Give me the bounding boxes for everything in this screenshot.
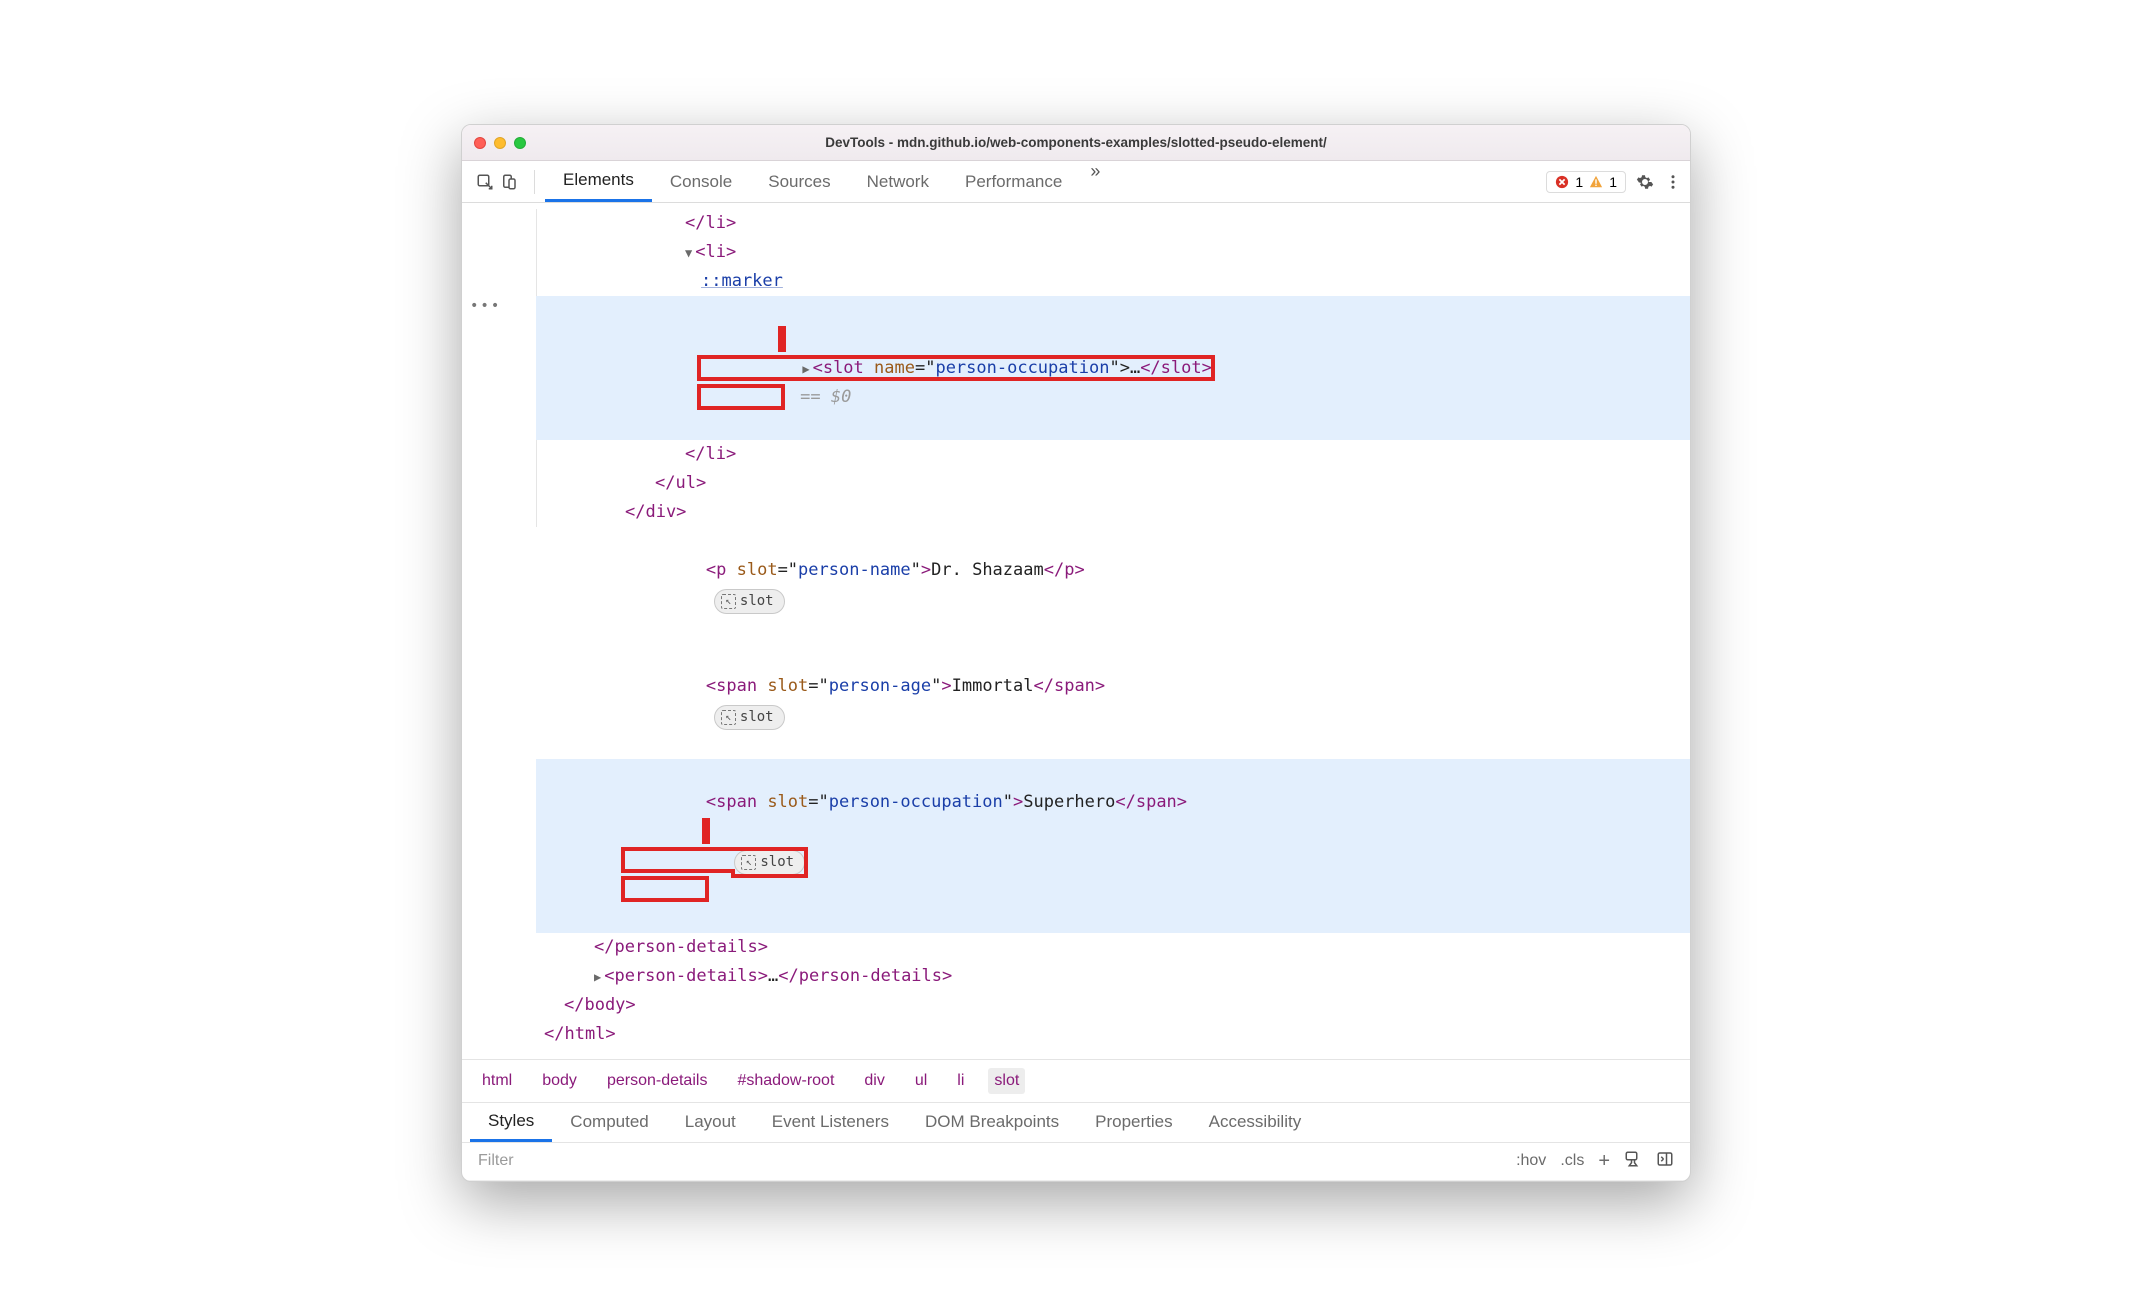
slot-link-icon	[741, 855, 756, 870]
slot-link-icon	[721, 710, 736, 725]
breadcrumb: html body person-details #shadow-root di…	[462, 1059, 1690, 1103]
highlight-box-slot-badge: slot	[624, 850, 805, 899]
tree-line-li-open[interactable]: ▼<li>	[536, 238, 1690, 267]
subtab-accessibility[interactable]: Accessibility	[1191, 1103, 1320, 1142]
toolbar-left-group	[470, 173, 524, 191]
cls-toggle[interactable]: .cls	[1560, 1152, 1584, 1170]
tab-performance[interactable]: Performance	[947, 161, 1080, 202]
expand-right-icon[interactable]: ▶	[594, 970, 601, 984]
selected-node-indicator: == $0	[790, 387, 851, 407]
tree-line-span-person-age[interactable]: <span slot="person-age">Immortal</span> …	[536, 643, 1690, 759]
main-tabs: Elements Console Sources Network Perform…	[545, 161, 1546, 202]
inspect-element-icon[interactable]	[476, 173, 494, 191]
subtab-computed[interactable]: Computed	[552, 1103, 666, 1142]
tree-gutter: •••	[462, 203, 536, 1058]
styles-filter-row: :hov .cls	[462, 1143, 1690, 1181]
devtools-window: DevTools - mdn.github.io/web-components-…	[461, 124, 1691, 1181]
subtab-styles[interactable]: Styles	[470, 1103, 552, 1142]
tree-line-person-details-close[interactable]: </person-details>	[536, 933, 1690, 962]
toolbar-separator	[534, 170, 535, 194]
titlebar: DevTools - mdn.github.io/web-components-…	[462, 125, 1690, 161]
tree-line-span-person-occupation[interactable]: <span slot="person-occupation">Superhero…	[536, 759, 1690, 933]
crumb-ul[interactable]: ul	[909, 1068, 933, 1094]
expand-down-icon[interactable]: ▼	[685, 246, 692, 260]
tab-network[interactable]: Network	[849, 161, 947, 202]
styles-filter-controls: :hov .cls	[1516, 1150, 1682, 1173]
crumb-shadow-root[interactable]: #shadow-root	[731, 1068, 840, 1094]
crumb-person-details[interactable]: person-details	[601, 1068, 714, 1094]
window-title: DevTools - mdn.github.io/web-components-…	[462, 135, 1690, 150]
crumb-li[interactable]: li	[951, 1068, 970, 1094]
tree-line-li-close2[interactable]: </li>	[536, 440, 1690, 469]
toolbar: Elements Console Sources Network Perform…	[462, 161, 1690, 203]
tree-line-marker[interactable]: ::marker	[536, 267, 1690, 296]
tab-console[interactable]: Console	[652, 161, 750, 202]
styles-subtabs: Styles Computed Layout Event Listeners D…	[462, 1103, 1690, 1143]
issue-badges[interactable]: 1 1	[1546, 171, 1626, 193]
crumb-div[interactable]: div	[858, 1068, 890, 1094]
slot-reveal-badge[interactable]: slot	[734, 850, 805, 876]
new-style-rule-icon[interactable]	[1598, 1150, 1610, 1173]
tree-line-p-person-name[interactable]: <p slot="person-name">Dr. Shazaam</p> sl…	[536, 527, 1690, 643]
settings-icon[interactable]	[1636, 173, 1654, 191]
subtab-dom-breakpoints[interactable]: DOM Breakpoints	[907, 1103, 1077, 1142]
error-count: 1	[1575, 174, 1583, 190]
warning-icon	[1589, 175, 1603, 189]
subtab-layout[interactable]: Layout	[667, 1103, 754, 1142]
toggle-sidebar-icon[interactable]	[1656, 1150, 1674, 1173]
tree-line-html-close[interactable]: </html>	[536, 1020, 1690, 1049]
hov-toggle[interactable]: :hov	[1516, 1152, 1546, 1170]
toggle-rendering-icon[interactable]	[1624, 1150, 1642, 1173]
tree-line-div-close[interactable]: </div>	[536, 498, 1690, 527]
crumb-html[interactable]: html	[476, 1068, 518, 1094]
device-toggle-icon[interactable]	[500, 173, 518, 191]
tree-line-li-close[interactable]: </li>	[536, 209, 1690, 238]
tree-line-person-details-2[interactable]: ▶<person-details>…</person-details>	[536, 962, 1690, 991]
tree-line-slot-selected[interactable]: ▶<slot name="person-occupation">…</slot>…	[536, 296, 1690, 440]
expand-right-icon[interactable]: ▶	[802, 362, 809, 376]
tree-line-body-close[interactable]: </body>	[536, 991, 1690, 1020]
error-icon	[1555, 175, 1569, 189]
dom-tree[interactable]: </li> ▼<li> ::marker ▶<slot name="person…	[536, 203, 1690, 1058]
crumb-slot[interactable]: slot	[988, 1068, 1025, 1094]
slot-link-icon	[721, 594, 736, 609]
tree-line-ul-close[interactable]: </ul>	[536, 469, 1690, 498]
subtab-event-listeners[interactable]: Event Listeners	[754, 1103, 907, 1142]
close-window-button[interactable]	[474, 137, 486, 149]
slot-reveal-badge[interactable]: slot	[714, 589, 785, 615]
slot-reveal-badge[interactable]: slot	[714, 705, 785, 731]
more-options-icon[interactable]	[1664, 173, 1682, 191]
highlight-box-slot: ▶<slot name="person-occupation">…</slot>	[700, 358, 1212, 407]
minimize-window-button[interactable]	[494, 137, 506, 149]
gutter-dots-icon: •••	[470, 295, 501, 319]
tab-elements[interactable]: Elements	[545, 161, 652, 202]
zoom-window-button[interactable]	[514, 137, 526, 149]
styles-filter-input[interactable]	[470, 1146, 1516, 1176]
elements-panel: ••• </li> ▼<li> ::marker ▶<slot name="pe…	[462, 203, 1690, 1058]
window-controls	[474, 137, 526, 149]
subtab-properties[interactable]: Properties	[1077, 1103, 1190, 1142]
warning-count: 1	[1609, 174, 1617, 190]
crumb-body[interactable]: body	[536, 1068, 583, 1094]
tab-sources[interactable]: Sources	[750, 161, 848, 202]
tabs-overflow-icon[interactable]: »	[1080, 161, 1110, 202]
toolbar-right-group: 1 1	[1546, 171, 1682, 193]
